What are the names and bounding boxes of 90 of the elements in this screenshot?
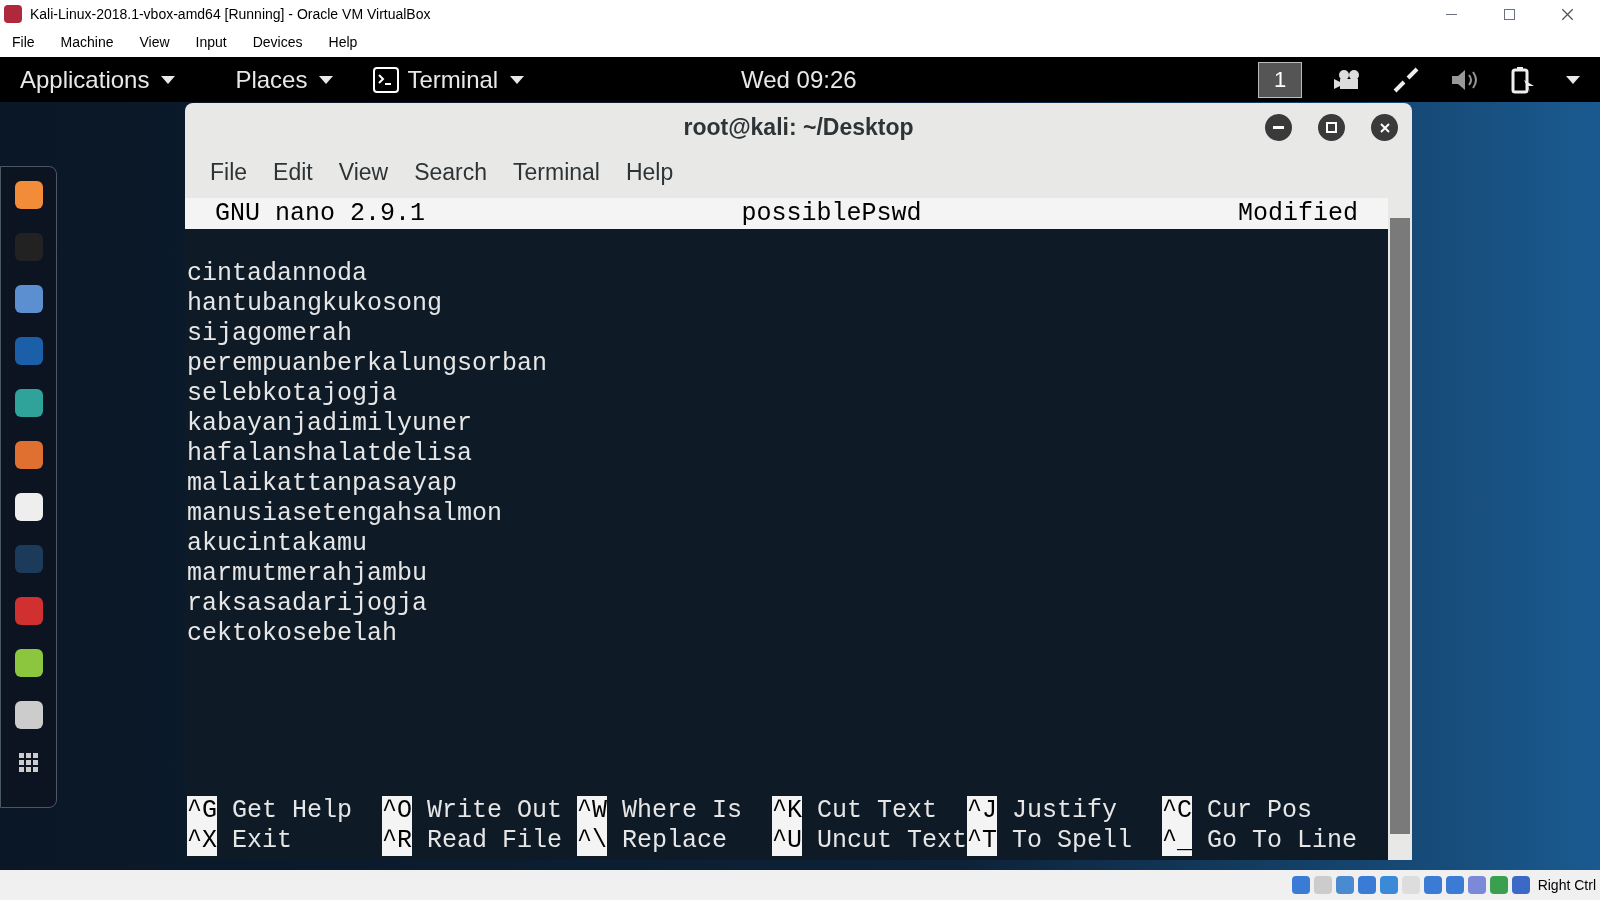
menu-item[interactable]: Help	[315, 32, 371, 53]
caret-icon	[1566, 75, 1580, 84]
shortcut-label: Where Is	[622, 796, 743, 826]
text-line: perempuanberkalungsorban	[187, 349, 549, 379]
scrollbar-thumb[interactable]	[1390, 218, 1410, 834]
caret-icon	[510, 75, 525, 84]
device-status-icon[interactable]	[1291, 876, 1310, 894]
shortcut-key: ^G	[187, 796, 217, 826]
app-launcher-icon[interactable]	[14, 389, 43, 417]
shortcut-key: ^O	[382, 796, 412, 826]
app-launcher-icon[interactable]	[14, 493, 43, 521]
shortcut-key: ^K	[772, 796, 802, 826]
shortcut-label: Exit	[232, 826, 293, 856]
text-line: selebkotajogja	[187, 379, 399, 409]
modified-status: Modified	[1237, 198, 1358, 229]
shortcut-label: Replace	[622, 826, 728, 856]
minimize-icon[interactable]	[1265, 114, 1292, 141]
host-key-label: Right Ctrl	[1537, 875, 1596, 895]
text-line: raksasadarijogja	[187, 589, 429, 619]
shortcut-label: Read File	[427, 826, 563, 856]
text-line: cektokosebelah	[187, 619, 399, 649]
device-status-icon[interactable]	[1379, 876, 1398, 894]
terminal-title: root@kali: ~/Desktop	[683, 113, 914, 143]
shortcut-label: Get Help	[232, 796, 353, 826]
app-launcher-icon[interactable]	[14, 181, 43, 209]
shortcut-label: Write Out	[427, 796, 563, 826]
file-name: possiblePswd	[741, 198, 922, 229]
terminal-icon	[373, 66, 400, 93]
menu-item[interactable]: View	[126, 32, 183, 53]
device-status-icon[interactable]	[1335, 876, 1354, 894]
text-line: hantubangkukosong	[187, 289, 444, 319]
text-line: manusiasetengahsalmon	[187, 499, 504, 529]
menu-item[interactable]: File	[197, 154, 261, 190]
device-status-icon[interactable]	[1489, 876, 1508, 894]
shortcut-key: ^X	[187, 826, 217, 856]
text-line: hafalanshalatdelisa	[187, 439, 474, 469]
text-line: sijagomerah	[187, 319, 354, 349]
shortcut-label: Cut Text	[817, 796, 938, 826]
menu-item[interactable]: Machine	[47, 32, 127, 53]
shortcut-label: Uncut Text	[817, 826, 968, 856]
shortcut-label: Justify	[1012, 796, 1118, 826]
camera-icon[interactable]	[1332, 68, 1362, 91]
applications-menu[interactable]: Applications	[20, 61, 176, 98]
terminal-app-menu[interactable]: Terminal	[407, 61, 525, 98]
menu-item[interactable]: File	[12, 32, 48, 53]
menu-item[interactable]: Devices	[239, 32, 316, 53]
nano-version: GNU nano 2.9.1	[215, 198, 426, 229]
shortcut-key: ^U	[772, 826, 802, 856]
shortcut-key: ^T	[967, 826, 997, 856]
shortcut-label: Cur Pos	[1207, 796, 1313, 826]
network-cable-icon[interactable]	[1392, 65, 1420, 94]
menu-item[interactable]: Edit	[260, 154, 326, 190]
window-title: Kali-Linux-2018.1-vbox-amd64 [Running] - Oracle VM VirtualBox	[30, 4, 431, 24]
battery-icon[interactable]	[1510, 65, 1536, 94]
caret-icon	[161, 75, 176, 84]
app-logo-icon	[4, 5, 22, 23]
text-line: cintadannoda	[187, 259, 369, 289]
text-line: akucintakamu	[187, 529, 369, 559]
menu-item[interactable]: Help	[612, 154, 687, 190]
text-line: marmutmerahjambu	[187, 559, 429, 589]
menu-item[interactable]: Input	[182, 32, 240, 53]
caret-icon	[319, 75, 334, 84]
device-status-icon[interactable]	[1511, 876, 1530, 894]
places-menu[interactable]: Places	[235, 61, 334, 98]
maximize-icon[interactable]	[1318, 114, 1345, 141]
shortcut-label: Go To Line	[1207, 826, 1358, 856]
text-line: malaikattanpasayap	[187, 469, 459, 499]
workspace-indicator[interactable]: 1	[1258, 61, 1302, 98]
shortcut-key: ^W	[577, 796, 607, 826]
device-status-icon[interactable]	[1357, 876, 1376, 894]
shortcut-key: ^\	[577, 826, 607, 856]
menu-item[interactable]: Search	[401, 154, 500, 190]
shortcut-key: ^R	[382, 826, 412, 856]
menu-item[interactable]: View	[325, 154, 402, 190]
shortcut-key: ^_	[1162, 826, 1192, 856]
device-status-icon[interactable]	[1423, 876, 1442, 894]
device-status-icon[interactable]	[1467, 876, 1486, 894]
app-launcher-icon[interactable]	[14, 441, 43, 469]
app-launcher-icon[interactable]	[14, 701, 43, 729]
text-line: kabayanjadimilyuner	[187, 409, 474, 439]
shortcut-key: ^J	[967, 796, 997, 826]
close-icon[interactable]	[1371, 114, 1398, 141]
shortcut-key: ^C	[1162, 796, 1192, 826]
shortcut-label: To Spell	[1012, 826, 1133, 856]
device-status-icon[interactable]	[1445, 876, 1464, 894]
volume-icon[interactable]	[1450, 67, 1480, 92]
menu-item[interactable]: Terminal	[500, 154, 613, 190]
app-launcher-icon[interactable]	[14, 649, 43, 677]
app-grid-icon[interactable]	[18, 753, 39, 773]
clock[interactable]: Wed 09:26	[741, 61, 857, 98]
